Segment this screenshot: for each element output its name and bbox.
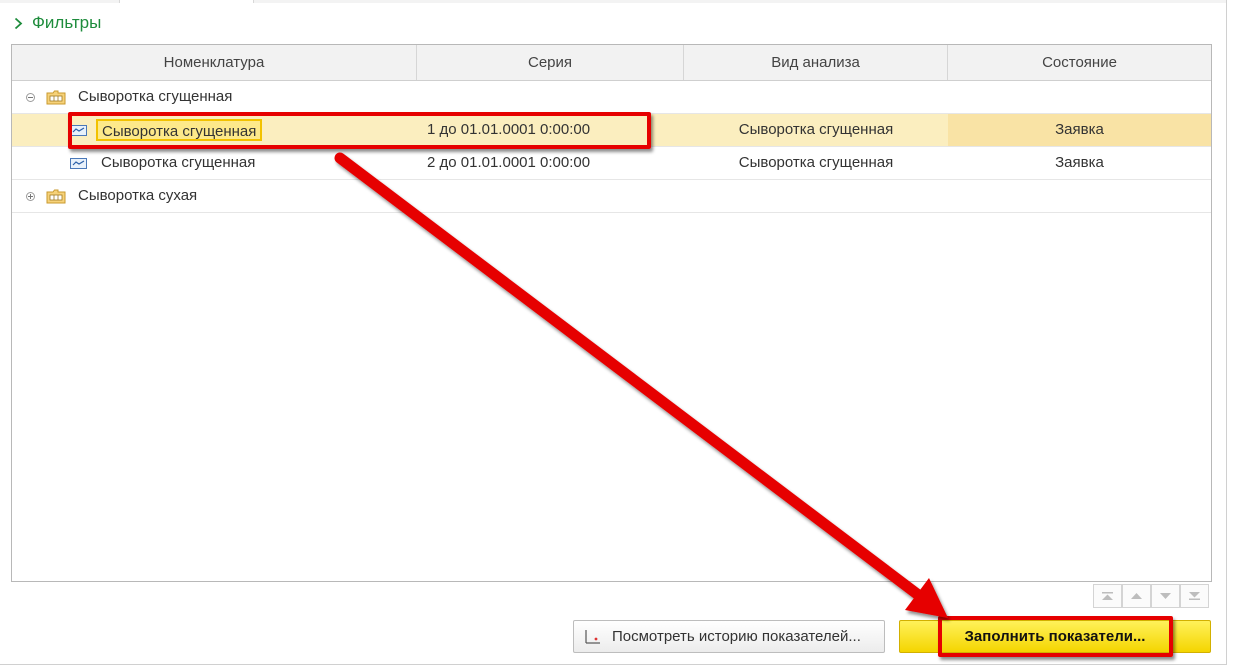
chart-icon xyxy=(70,158,87,169)
row-analysis-type: Сыворотка сгущенная xyxy=(738,154,894,171)
move-first-button[interactable] xyxy=(1093,584,1122,608)
row-name: Сыворотка сгущенная xyxy=(101,154,256,171)
column-header-nomenclature[interactable]: Номенклатура xyxy=(12,45,417,80)
folder-icon xyxy=(46,189,66,204)
move-down-button[interactable] xyxy=(1151,584,1180,608)
move-last-button[interactable] xyxy=(1180,584,1209,608)
move-up-icon xyxy=(1131,593,1142,599)
collapse-icon[interactable] xyxy=(26,93,35,102)
table-row[interactable]: Сыворотка сгущенная xyxy=(12,81,1211,114)
row-analysis-type: Сыворотка сгущенная xyxy=(738,121,894,138)
table-row[interactable]: Сыворотка сухая xyxy=(12,180,1211,213)
view-history-button[interactable]: Посмотреть историю показателей... xyxy=(573,620,885,653)
row-state: Заявка xyxy=(1055,121,1104,138)
row-name: Сыворотка сгущенная xyxy=(78,88,233,105)
highlight-frame-button xyxy=(938,616,1173,657)
view-history-label: Посмотреть историю показателей... xyxy=(612,628,861,645)
column-header-analysis-type[interactable]: Вид анализа xyxy=(684,45,948,80)
column-header-state[interactable]: Состояние xyxy=(948,45,1211,80)
move-last-icon xyxy=(1189,592,1200,600)
expand-icon[interactable] xyxy=(26,192,35,201)
highlight-frame-row xyxy=(68,112,651,149)
folder-icon xyxy=(46,90,66,105)
filters-label: Фильтры xyxy=(32,13,102,32)
chevron-right-icon xyxy=(14,17,23,29)
filters-toggle[interactable]: Фильтры xyxy=(14,11,101,35)
table-header: Номенклатура Серия Вид анализа Состояние xyxy=(12,45,1211,81)
row-name: Сыворотка сухая xyxy=(78,187,198,204)
row-state: Заявка xyxy=(1055,154,1104,171)
tab-strip-active xyxy=(119,0,254,3)
move-up-button[interactable] xyxy=(1122,584,1151,608)
column-header-series[interactable]: Серия xyxy=(417,45,684,80)
move-first-icon xyxy=(1102,592,1113,600)
row-series: 2 до 01.01.0001 0:00:00 xyxy=(427,154,591,171)
table-row[interactable]: Сыворотка сгущенная 2 до 01.01.0001 0:00… xyxy=(12,147,1211,180)
axes-icon xyxy=(585,629,600,644)
move-down-icon xyxy=(1160,593,1171,599)
row-navigation xyxy=(1093,584,1209,608)
